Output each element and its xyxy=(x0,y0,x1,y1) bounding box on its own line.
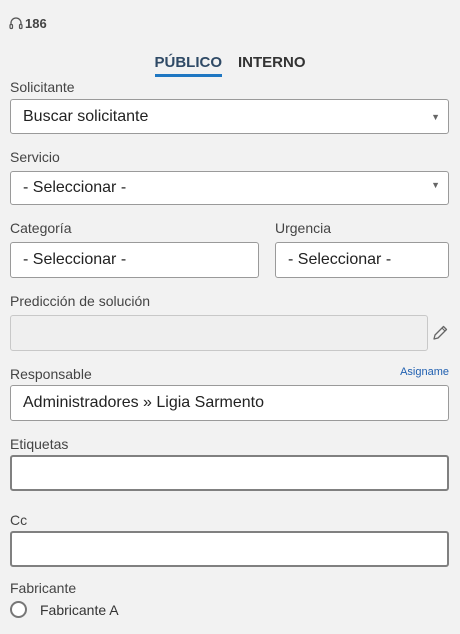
servicio-select[interactable]: - Seleccionar - ▼ xyxy=(10,171,449,205)
cc-input[interactable] xyxy=(10,531,449,567)
responsable-label: Responsable xyxy=(10,366,92,382)
servicio-value: - Seleccionar - xyxy=(23,179,127,196)
pencil-icon[interactable] xyxy=(431,324,449,342)
ticket-number: 186 xyxy=(25,16,47,31)
cc-label: Cc xyxy=(10,512,28,528)
solicitante-label: Solicitante xyxy=(10,79,75,95)
fabricante-label: Fabricante xyxy=(10,580,77,596)
urgencia-label: Urgencia xyxy=(275,220,332,236)
urgencia-value: - Seleccionar - xyxy=(288,251,392,268)
servicio-label: Servicio xyxy=(10,149,60,165)
etiquetas-input[interactable] xyxy=(10,455,449,491)
caret-down-icon: ▼ xyxy=(431,180,440,190)
tab-bar: PÚBLICO INTERNO xyxy=(0,54,460,77)
asigname-link[interactable]: Asigname xyxy=(400,366,449,378)
responsable-value: Administradores » Ligia Sarmento xyxy=(23,394,265,411)
solicitante-value: Buscar solicitante xyxy=(23,107,149,125)
fabricante-option[interactable]: Fabricante A xyxy=(10,601,119,618)
headset-icon xyxy=(9,16,23,29)
prediccion-field xyxy=(10,315,428,351)
urgencia-select[interactable]: - Seleccionar - xyxy=(275,242,449,278)
tab-interno[interactable]: INTERNO xyxy=(238,54,306,77)
fabricante-option-label: Fabricante A xyxy=(40,601,119,618)
etiquetas-label: Etiquetas xyxy=(10,436,69,452)
prediccion-label: Predicción de solución xyxy=(10,293,151,309)
solicitante-select[interactable]: Buscar solicitante ▼ xyxy=(10,99,449,134)
caret-down-icon: ▼ xyxy=(431,111,440,122)
categoria-value: - Seleccionar - xyxy=(23,251,127,268)
radio-button[interactable] xyxy=(10,601,27,618)
ticket-header: 186 xyxy=(9,16,47,31)
categoria-label: Categoría xyxy=(10,220,72,236)
tab-publico[interactable]: PÚBLICO xyxy=(154,54,222,77)
responsable-field[interactable]: Administradores » Ligia Sarmento xyxy=(10,385,449,421)
categoria-select[interactable]: - Seleccionar - xyxy=(10,242,259,278)
